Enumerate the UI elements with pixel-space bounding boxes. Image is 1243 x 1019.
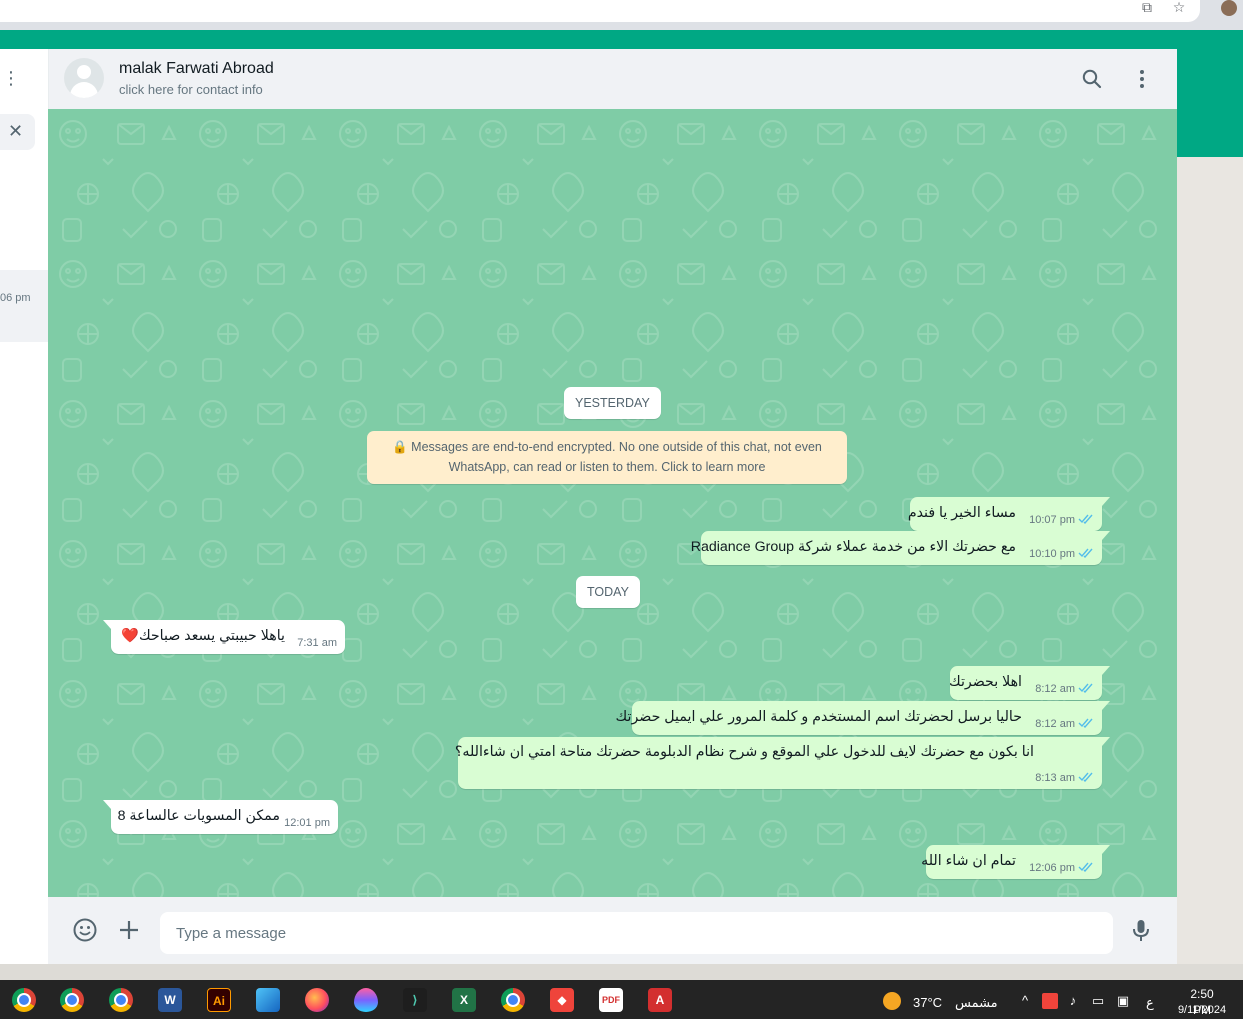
emoji-icon[interactable] [72, 917, 98, 943]
message-text: تمام ان شاء الله [921, 853, 1016, 869]
message-meta: 8:12 am [1035, 717, 1094, 731]
message-text: اهلا بحضرتك [949, 674, 1022, 690]
message-time: 8:12 am [1035, 683, 1075, 695]
battery-icon[interactable]: ▭ [1090, 993, 1106, 1009]
conversation-panel[interactable]: YESTERDAY 🔒 Messages are end-to-end encr… [48, 109, 1177, 897]
message-meta: 8:13 am [1035, 771, 1094, 785]
message-time: 10:10 pm [1029, 548, 1075, 560]
taskbar-clock-date[interactable]: 9/11/2024 [1176, 1003, 1228, 1017]
chat-list-item-time: 06 pm [0, 292, 31, 304]
message-text: ممكن المسويات عالساعة 8 [117, 808, 280, 824]
message-time: 10:07 pm [1029, 514, 1075, 526]
word-app-icon[interactable]: W [158, 988, 182, 1012]
menu-icon[interactable]: ⋮ [2, 68, 20, 88]
message-meta: 10:07 pm [1029, 513, 1094, 527]
app-header-band [0, 30, 1243, 49]
date-divider-today: TODAY [576, 576, 640, 608]
message-bubble-outgoing[interactable]: حاليا برسل لحضرتك اسم المستخدم و كلمة ال… [616, 701, 1110, 735]
input-language[interactable]: ع [1146, 994, 1154, 1012]
volume-icon[interactable]: ♪ [1065, 993, 1081, 1009]
network-icon[interactable]: ▣ [1115, 993, 1131, 1009]
firefox-app-icon[interactable] [305, 988, 329, 1012]
message-time: 8:13 am [1035, 772, 1075, 784]
photos-app-icon[interactable] [256, 988, 280, 1012]
app-header-band-right [1177, 49, 1243, 157]
message-bubble-incoming[interactable]: ياهلا حبيبتي يسعد صباحك❤️ 7:31 am [103, 620, 345, 654]
app-background-right [1177, 157, 1243, 980]
illustrator-app-icon[interactable]: Ai [207, 988, 231, 1012]
message-meta: 8:12 am [1035, 682, 1094, 696]
chat-list-panel [0, 49, 48, 964]
microphone-icon[interactable] [1128, 917, 1154, 943]
message-bubble-outgoing[interactable]: اهلا بحضرتك 8:12 am [949, 666, 1110, 700]
message-bubble-outgoing[interactable]: انا بكون مع حضرتك لايف للدخول علي الموقع… [454, 737, 1110, 789]
acrobat-app-icon[interactable]: A [648, 988, 672, 1012]
message-time: 12:01 pm [284, 817, 330, 829]
message-text: مع حضرتك الاء من خدمة عملاء شركة Radianc… [690, 539, 1016, 555]
paint-app-icon[interactable] [354, 988, 378, 1012]
chrome-profile-app-icon[interactable] [12, 988, 36, 1012]
message-composer [48, 897, 1177, 964]
weather-temperature[interactable]: 37°C [913, 994, 942, 1012]
app-bottom-margin [0, 964, 1243, 980]
chat-header[interactable]: malak Farwati Abroad click here for cont… [48, 49, 1177, 109]
message-time: 8:12 am [1035, 718, 1075, 730]
double-check-icon [1078, 683, 1093, 693]
message-input[interactable] [160, 912, 1113, 954]
message-bubble-outgoing[interactable]: مساء الخير يا فندم 10:07 pm [907, 497, 1110, 531]
double-check-icon [1078, 718, 1093, 728]
message-meta: 10:10 pm [1029, 547, 1094, 561]
message-text: حاليا برسل لحضرتك اسم المستخدم و كلمة ال… [615, 709, 1022, 725]
message-time: 7:31 am [297, 637, 337, 649]
avatar-body-shape [70, 82, 98, 98]
browser-toolbar: ⧉ ☆ [0, 0, 1243, 30]
message-text: انا بكون مع حضرتك لايف للدخول علي الموقع… [454, 744, 1034, 760]
browser-profile-avatar[interactable] [1221, 0, 1237, 16]
chat-list-item-selected[interactable] [0, 270, 48, 342]
message-bubble-outgoing[interactable]: مع حضرتك الاء من خدمة عملاء شركة Radianc… [691, 531, 1110, 565]
message-text: مساء الخير يا فندم [907, 505, 1016, 521]
date-divider-yesterday: YESTERDAY [564, 387, 661, 419]
attach-plus-icon[interactable] [116, 917, 142, 943]
message-bubble-incoming[interactable]: ممكن المسويات عالساعة 8 12:01 pm [103, 800, 338, 834]
message-time: 12:06 pm [1029, 862, 1075, 874]
chevron-up-icon[interactable]: ^ [1017, 993, 1033, 1009]
chrome-profile-2-app-icon[interactable] [109, 988, 133, 1012]
address-bar[interactable] [0, 0, 1200, 22]
chrome-app-icon[interactable] [60, 988, 84, 1012]
terminal-app-icon[interactable]: ⟩ [403, 988, 427, 1012]
contact-name[interactable]: malak Farwati Abroad [119, 60, 274, 80]
excel-app-icon[interactable]: X [452, 988, 476, 1012]
search-icon[interactable] [1080, 67, 1104, 91]
double-check-icon [1078, 514, 1093, 524]
double-check-icon [1078, 548, 1093, 558]
message-bubble-outgoing[interactable]: تمام ان شاء الله 12:06 pm [921, 845, 1110, 879]
weather-sun-icon[interactable] [883, 992, 901, 1010]
anydesk-tray-icon[interactable] [1042, 993, 1058, 1009]
contact-avatar[interactable] [64, 58, 104, 98]
encryption-notice[interactable]: 🔒 Messages are end-to-end encrypted. No … [367, 431, 847, 484]
anydesk-app-icon[interactable]: ◆ [550, 988, 574, 1012]
contact-info-hint[interactable]: click here for contact info [119, 82, 263, 98]
avatar-head-shape [77, 65, 91, 79]
double-check-icon [1078, 862, 1093, 872]
taskbar-clock-time[interactable]: 2:50 PM [1180, 986, 1224, 1017]
pdf-app-icon[interactable]: PDF [599, 988, 623, 1012]
message-text: ياهلا حبيبتي يسعد صباحك❤️ [121, 628, 285, 644]
weather-description[interactable]: مشمس [955, 994, 998, 1012]
install-app-icon[interactable]: ⧉ [1139, 0, 1155, 14]
double-check-icon [1078, 772, 1093, 782]
close-icon[interactable]: ✕ [8, 121, 26, 141]
bookmark-star-icon[interactable]: ☆ [1171, 0, 1187, 14]
chrome-profile-3-app-icon[interactable] [501, 988, 525, 1012]
message-meta: 12:06 pm [1029, 861, 1094, 875]
kebab-menu-icon[interactable] [1130, 67, 1154, 91]
